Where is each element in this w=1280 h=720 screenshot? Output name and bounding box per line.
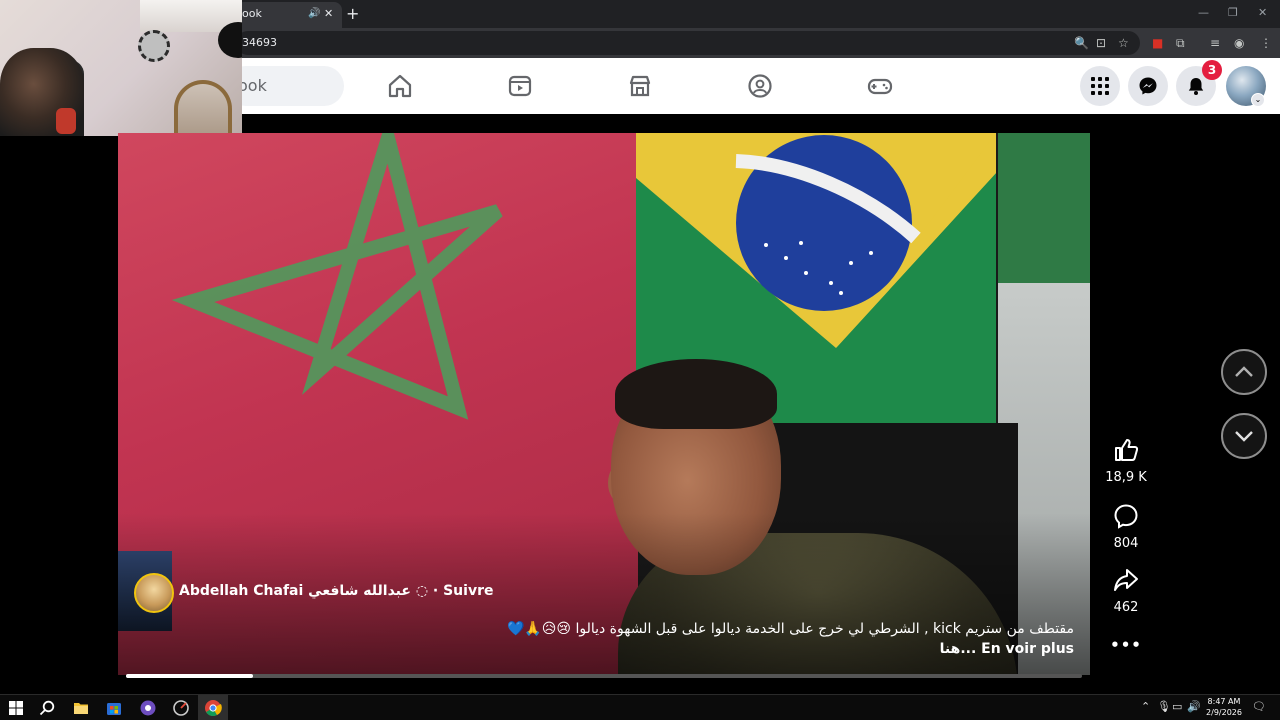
app-icon[interactable] xyxy=(172,699,190,717)
follow-button[interactable]: · Suivre xyxy=(433,583,494,599)
minimize-icon[interactable]: — xyxy=(1198,6,1209,19)
author-line: Abdellah Chafai عبدالله شافعي ◌ · Suivre xyxy=(179,583,493,599)
tab-title: ook xyxy=(242,7,262,20)
window-close-icon[interactable]: ✕ xyxy=(1258,6,1267,19)
video-player[interactable]: Abdellah Chafai عبدالله شافعي ◌ · Suivre… xyxy=(118,133,1090,675)
profile-icon[interactable]: ◉ xyxy=(1234,35,1244,51)
microphone-icon[interactable]: 🎙 xyxy=(1157,700,1171,713)
notification-center-icon[interactable]: 🗨 xyxy=(1252,700,1266,713)
bookmark-star-icon[interactable]: ☆ xyxy=(1118,35,1129,51)
next-video-button[interactable] xyxy=(1221,413,1267,459)
search-taskbar-icon[interactable] xyxy=(38,699,56,717)
extension-red-icon[interactable]: ■ xyxy=(1152,35,1163,51)
video-caption: مقتطف من ستريم kick , الشرطي لي خرج على … xyxy=(506,621,1074,637)
tray-chevron-icon[interactable]: ⌃ xyxy=(1141,700,1150,713)
taskbar-clock[interactable]: 8:47 AM 2/9/2026 xyxy=(1204,696,1244,718)
video-subject-hair xyxy=(615,359,777,429)
see-more-link[interactable]: هنا... En voir plus xyxy=(678,641,1074,657)
comment-icon xyxy=(1114,504,1138,529)
volume-icon[interactable]: 🔊 xyxy=(1187,700,1201,713)
tab-audio-icon[interactable]: 🔊 xyxy=(308,2,320,26)
install-icon[interactable]: ⊡ xyxy=(1096,35,1106,51)
extensions-icon[interactable]: ⧉ xyxy=(1176,35,1185,51)
webcam-mirror xyxy=(174,80,232,136)
browser-tab[interactable]: ook 🔊 ✕ xyxy=(236,2,342,28)
gaming-icon[interactable] xyxy=(866,72,894,100)
share-button[interactable]: 462 xyxy=(1104,566,1148,615)
restore-icon[interactable]: ❐ xyxy=(1228,6,1238,19)
globe-icon: ◌ xyxy=(415,583,433,599)
clock-time: 8:47 AM xyxy=(1207,697,1241,706)
search-text: ook xyxy=(238,76,267,95)
screen: ook 🔊 ✕ + — ❐ ✕ 34693 🔍 ⊡ ☆ ■ ⧉ ≡ ◉ ⋮ oo… xyxy=(0,0,1280,720)
watch-icon[interactable] xyxy=(506,72,534,100)
windows-start-icon[interactable] xyxy=(7,699,25,717)
messenger-icon xyxy=(1139,77,1157,95)
address-bar[interactable]: 34693 xyxy=(236,31,1140,55)
network-icon[interactable]: ▭ xyxy=(1172,700,1182,713)
search-input[interactable]: ook xyxy=(226,66,344,106)
chrome-alt-icon[interactable] xyxy=(139,699,157,717)
messenger-button[interactable] xyxy=(1128,66,1168,106)
media-control-icon[interactable]: ≡ xyxy=(1210,35,1220,51)
chevron-down-icon[interactable]: ⌄ xyxy=(1251,93,1265,107)
more-icon[interactable]: ••• xyxy=(1104,636,1148,654)
tab-close-icon[interactable]: ✕ xyxy=(324,2,333,26)
like-icon xyxy=(1115,439,1139,461)
zoom-icon[interactable]: 🔍 xyxy=(1074,35,1089,51)
like-button[interactable]: 18,9 K xyxy=(1104,436,1148,485)
share-count: 462 xyxy=(1113,600,1139,615)
home-icon[interactable] xyxy=(386,72,414,100)
share-icon xyxy=(1114,569,1138,591)
flag-green-stripe xyxy=(998,133,1090,293)
next-video-icon xyxy=(1235,431,1253,442)
store-icon[interactable] xyxy=(105,699,123,717)
notification-badge: 3 xyxy=(1202,60,1222,80)
comment-button[interactable]: 804 xyxy=(1104,502,1148,551)
groups-icon[interactable] xyxy=(746,72,774,100)
previous-video-button[interactable] xyxy=(1221,349,1267,395)
new-tab-button[interactable]: + xyxy=(346,4,359,23)
facebook-header: ook 3 ⌄ xyxy=(226,58,1280,114)
video-progress-fill xyxy=(126,674,254,678)
webcam-wall-clock xyxy=(138,30,170,62)
url-text: 34693 xyxy=(242,36,277,49)
marketplace-icon[interactable] xyxy=(626,72,654,100)
author-name[interactable]: Abdellah Chafai عبدالله شافعي xyxy=(179,583,411,599)
comment-count: 804 xyxy=(1113,536,1139,551)
chrome-icon[interactable] xyxy=(204,699,222,717)
clock-date: 2/9/2026 xyxy=(1206,708,1242,717)
apps-grid-button[interactable] xyxy=(1080,66,1120,106)
notifications-bell-icon xyxy=(1188,78,1204,95)
menu-icon[interactable]: ⋮ xyxy=(1260,35,1272,51)
windows-taskbar: ⌃ 🎙 ▭ 🔊 8:47 AM 2/9/2026 🗨 xyxy=(0,694,1280,720)
previous-video-icon xyxy=(1235,366,1253,377)
video-progress-bar[interactable] xyxy=(126,674,1082,678)
webcam-overlay xyxy=(0,0,242,136)
file-explorer-icon[interactable] xyxy=(72,699,90,717)
webcam-red-object xyxy=(56,108,76,134)
like-count: 18,9 K xyxy=(1105,470,1147,485)
apps-grid-icon xyxy=(1091,77,1109,95)
author-avatar[interactable] xyxy=(134,573,174,613)
